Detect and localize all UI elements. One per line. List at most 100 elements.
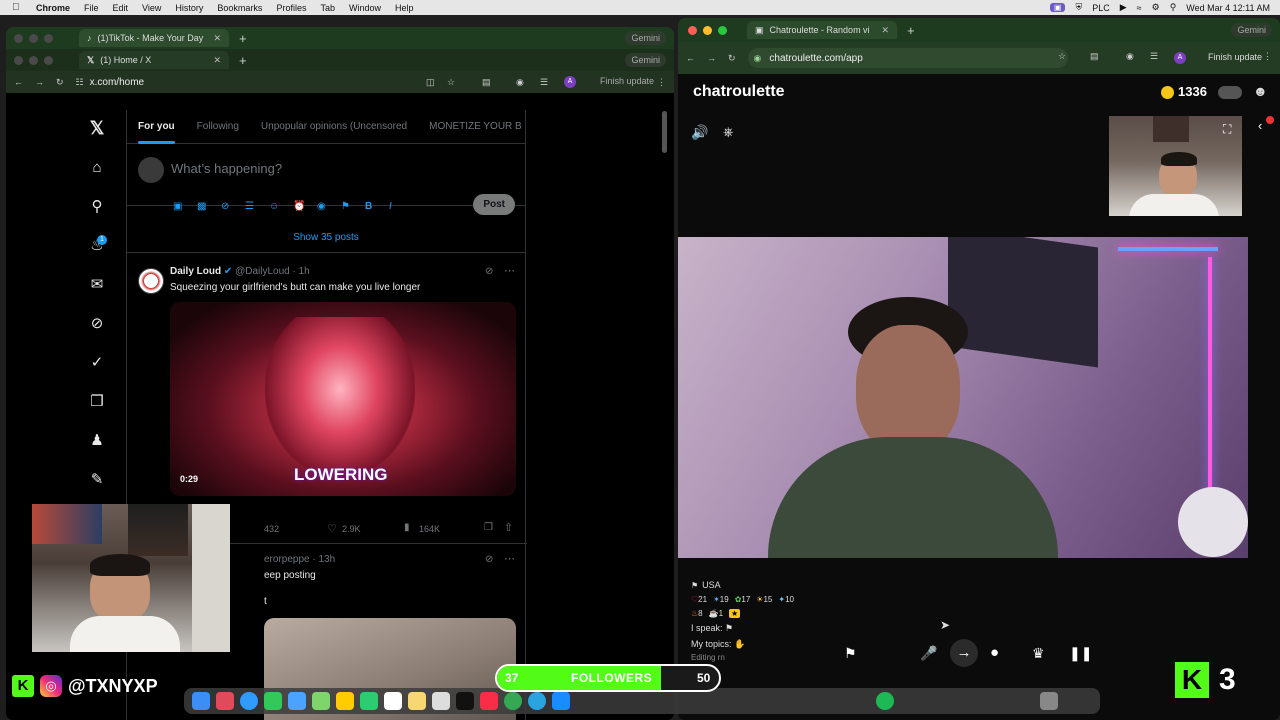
- profile-avatar[interactable]: A: [1174, 52, 1186, 64]
- page-scrollbar[interactable]: [662, 111, 667, 153]
- more-icon[interactable]: ✎: [88, 470, 106, 488]
- screen-share-icon[interactable]: ▣: [1049, 3, 1066, 12]
- menu-view[interactable]: View: [142, 3, 161, 13]
- new-tab-icon[interactable]: +: [239, 31, 247, 46]
- reminders-icon[interactable]: [432, 692, 450, 710]
- share-icon[interactable]: ⇧: [504, 521, 513, 534]
- camera-switch-icon[interactable]: ⎈: [723, 124, 733, 140]
- bookmark-icon[interactable]: ❒: [484, 522, 493, 533]
- reply-count[interactable]: 432: [264, 524, 279, 534]
- self-video[interactable]: ⛶: [1109, 116, 1242, 216]
- gift-button[interactable]: ♛: [1032, 645, 1045, 662]
- control-center-icon[interactable]: ⚙: [1152, 2, 1160, 13]
- menu-tab[interactable]: Tab: [320, 3, 335, 13]
- menu-app-name[interactable]: Chrome: [36, 3, 70, 13]
- microphone-button[interactable]: 🎤: [920, 645, 937, 662]
- url-field[interactable]: x.com/home: [90, 77, 144, 88]
- bookmark-star-icon[interactable]: ☆: [1058, 51, 1066, 62]
- finish-update-button[interactable]: Finish update: [600, 76, 654, 86]
- menu-profiles[interactable]: Profiles: [276, 3, 306, 13]
- trash-icon[interactable]: [1040, 692, 1058, 710]
- volume-icon[interactable]: 🔊: [691, 124, 708, 141]
- finish-update-button[interactable]: Finish update: [1208, 52, 1262, 62]
- account-icon[interactable]: ☻: [1253, 83, 1268, 99]
- media-icon[interactable]: ▣: [173, 201, 182, 212]
- tv-icon[interactable]: [456, 692, 474, 710]
- facetime-icon[interactable]: [360, 692, 378, 710]
- tab-unpopular-opinions[interactable]: Unpopular opinions (Uncensored: [250, 121, 418, 132]
- extension-icon[interactable]: ◉: [1126, 51, 1134, 62]
- site-info-icon[interactable]: ◉: [754, 53, 762, 64]
- post-button[interactable]: Post: [473, 194, 515, 215]
- compose-input[interactable]: What’s happening?: [171, 161, 282, 176]
- tweet-video[interactable]: 0:29 LOWERING: [170, 302, 516, 496]
- like-icon[interactable]: ♡: [327, 522, 337, 535]
- bookmarks-icon[interactable]: ❒: [88, 392, 106, 410]
- reload-icon[interactable]: ↻: [56, 77, 64, 88]
- shield-icon[interactable]: ⛨: [1075, 2, 1082, 13]
- gemini-button[interactable]: Gemini: [625, 53, 666, 67]
- view-count[interactable]: 164K: [419, 524, 440, 534]
- location-icon[interactable]: ◉: [317, 201, 326, 212]
- new-tab-icon[interactable]: +: [907, 23, 915, 38]
- menu-window[interactable]: Window: [349, 3, 381, 13]
- telegram-icon[interactable]: [528, 692, 546, 710]
- close-tab-icon[interactable]: ✕: [213, 33, 221, 44]
- chat-button[interactable]: ●: [990, 644, 999, 661]
- plc-status[interactable]: PLC: [1092, 3, 1110, 13]
- poll-icon[interactable]: ☰: [245, 201, 254, 212]
- menu-history[interactable]: History: [175, 3, 203, 13]
- home-icon[interactable]: ⌂: [88, 159, 106, 176]
- messages-icon[interactable]: [264, 692, 282, 710]
- like-count[interactable]: 2.9K: [342, 524, 361, 534]
- media-icon[interactable]: ☰: [540, 77, 548, 88]
- tab-chatroulette[interactable]: ▣ Chatroulette - Random vi ✕: [747, 21, 897, 39]
- bookmark-star-icon[interactable]: ☆: [447, 77, 455, 88]
- tweet-author-name[interactable]: Daily Loud: [170, 266, 221, 277]
- sidebar-icon[interactable]: ▤: [1090, 51, 1099, 62]
- tweet-handle[interactable]: erorpeppe · 13h: [264, 554, 335, 565]
- menu-edit[interactable]: Edit: [113, 3, 129, 13]
- more-icon[interactable]: ⋯: [504, 552, 515, 565]
- profile-icon[interactable]: ♟: [88, 431, 106, 449]
- kebab-menu-icon[interactable]: ⋮: [657, 77, 666, 88]
- collapse-panel-icon[interactable]: ‹: [1258, 118, 1262, 133]
- report-flag-button[interactable]: ⚑: [844, 645, 857, 662]
- appstore-icon[interactable]: [552, 692, 570, 710]
- calendar-icon[interactable]: [384, 692, 402, 710]
- fullscreen-icon[interactable]: ⛶: [1223, 122, 1231, 137]
- partner-video[interactable]: [678, 237, 1248, 558]
- tab-following[interactable]: Following: [186, 121, 250, 132]
- wifi-icon[interactable]: ≈: [1137, 3, 1142, 13]
- grok-icon[interactable]: ⊘: [88, 314, 106, 332]
- forward-icon[interactable]: →: [707, 53, 716, 63]
- communities-icon[interactable]: ✓: [88, 353, 106, 371]
- italic-icon[interactable]: I: [389, 201, 392, 212]
- kebab-menu-icon[interactable]: ⋮: [1263, 51, 1272, 62]
- next-button[interactable]: →: [950, 639, 978, 667]
- tab-tiktok[interactable]: ♪ (1)TikTok - Make Your Day ✕: [79, 29, 229, 47]
- clock[interactable]: Wed Mar 4 12:11 AM: [1186, 3, 1270, 13]
- back-icon[interactable]: ←: [14, 77, 23, 87]
- menu-bookmarks[interactable]: Bookmarks: [217, 3, 262, 13]
- search-icon[interactable]: ⚲: [88, 197, 106, 215]
- tweet[interactable]: Daily Loud ✔ @DailyLoud · 1h ⊘ ⋯ Squeezi…: [127, 260, 527, 544]
- grok-icon[interactable]: ⊘: [221, 201, 229, 212]
- x-logo-icon[interactable]: 𝕏: [88, 118, 106, 139]
- play-icon[interactable]: ▶: [1120, 2, 1127, 13]
- safari-icon[interactable]: [240, 692, 258, 710]
- views-icon[interactable]: ▮: [404, 522, 410, 533]
- apple-icon[interactable]: : [12, 2, 26, 13]
- launchpad-icon[interactable]: [216, 692, 234, 710]
- bold-icon[interactable]: B: [365, 201, 372, 212]
- coin-balance[interactable]: 1336: [1178, 84, 1207, 99]
- chatroulette-logo[interactable]: chatroulette: [693, 83, 785, 101]
- flag-icon[interactable]: ⚑: [341, 201, 350, 212]
- mail-icon[interactable]: [288, 692, 306, 710]
- install-icon[interactable]: ◫: [426, 77, 435, 88]
- show-posts-link[interactable]: Show 35 posts: [127, 223, 525, 253]
- menu-file[interactable]: File: [84, 3, 99, 13]
- theme-toggle[interactable]: [1218, 86, 1242, 99]
- reload-icon[interactable]: ↻: [728, 53, 736, 64]
- notes-icon[interactable]: [408, 692, 426, 710]
